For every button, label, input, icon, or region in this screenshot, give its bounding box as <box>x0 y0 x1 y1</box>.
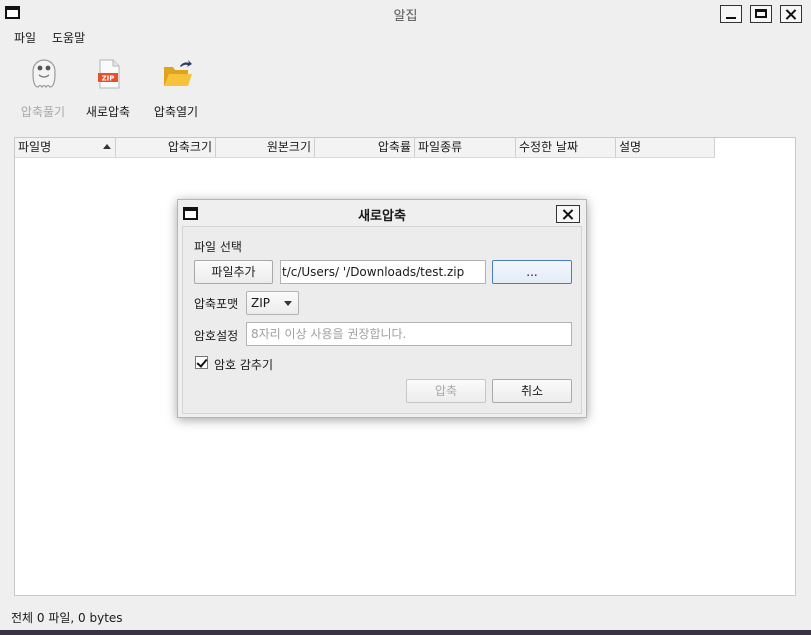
menu-file[interactable]: 파일 <box>14 29 36 46</box>
hide-password-checkbox[interactable] <box>195 356 208 369</box>
format-select-value: ZIP <box>251 296 270 310</box>
column-header-modified[interactable]: 수정한 날짜 <box>516 138 616 157</box>
toolbar: 압축풀기 ZIP 새로압축 압축열기 <box>0 52 811 124</box>
sort-ascending-icon <box>103 144 111 149</box>
open-archive-label: 압축열기 <box>153 105 199 119</box>
column-header-type[interactable]: 파일종류 <box>415 138 516 157</box>
add-file-button[interactable]: 파일추가 <box>194 260 273 284</box>
close-button[interactable] <box>780 5 802 23</box>
menu-help[interactable]: 도움말 <box>52 29 85 46</box>
dialog-title: 새로압축 <box>358 209 406 224</box>
dialog-close-button[interactable] <box>556 205 580 223</box>
column-header-description[interactable]: 설명 <box>616 138 715 157</box>
column-header-original-size[interactable]: 원본크기 <box>216 138 315 157</box>
folder-open-icon <box>164 60 192 86</box>
extract-button[interactable]: 압축풀기 <box>13 52 73 124</box>
new-archive-button[interactable]: ZIP 새로압축 <box>78 52 138 124</box>
dialog-title-bar: 새로압축 <box>178 200 586 226</box>
ghost-icon <box>32 59 56 89</box>
column-header-name[interactable]: 파일명 <box>15 138 116 157</box>
maximize-button[interactable] <box>750 5 772 23</box>
password-input[interactable] <box>246 322 572 346</box>
window-title: 알집 <box>393 9 418 24</box>
column-header-ratio[interactable]: 압축률 <box>315 138 415 157</box>
zip-file-icon: ZIP <box>98 59 120 89</box>
format-label: 압축포맷 <box>194 297 239 311</box>
password-label: 암호설정 <box>194 329 239 343</box>
minimize-button[interactable] <box>720 5 742 23</box>
format-select[interactable]: ZIP <box>246 291 299 315</box>
column-label: 파일명 <box>18 140 52 154</box>
archive-path-field[interactable]: t/c/Users/ '/Downloads/test.zip <box>280 260 486 284</box>
cancel-button[interactable]: 취소 <box>492 379 572 403</box>
title-bar: 알집 <box>0 0 811 28</box>
browse-button[interactable]: ... <box>492 260 572 284</box>
chevron-down-icon <box>284 301 292 306</box>
open-archive-button[interactable]: 압축열기 <box>146 52 206 124</box>
dialog-body: 파일 선택 파일추가 t/c/Users/ '/Downloads/test.z… <box>182 226 582 414</box>
taskbar-edge <box>0 630 811 635</box>
column-header-compressed-size[interactable]: 압축크기 <box>116 138 216 157</box>
menu-bar: 파일 도움말 <box>0 28 811 46</box>
file-list-header: 파일명 압축크기 원본크기 압축률 파일종류 수정한 날짜 설명 <box>15 138 715 158</box>
hide-password-label: 암호 감추기 <box>214 358 274 372</box>
status-bar: 전체 0 파일, 0 bytes <box>11 611 123 625</box>
file-select-label: 파일 선택 <box>194 240 242 254</box>
new-archive-dialog: 새로압축 파일 선택 파일추가 t/c/Users/ '/Downloads/t… <box>177 199 587 418</box>
svg-text:ZIP: ZIP <box>102 75 115 83</box>
compress-button[interactable]: 압축 <box>406 379 486 403</box>
